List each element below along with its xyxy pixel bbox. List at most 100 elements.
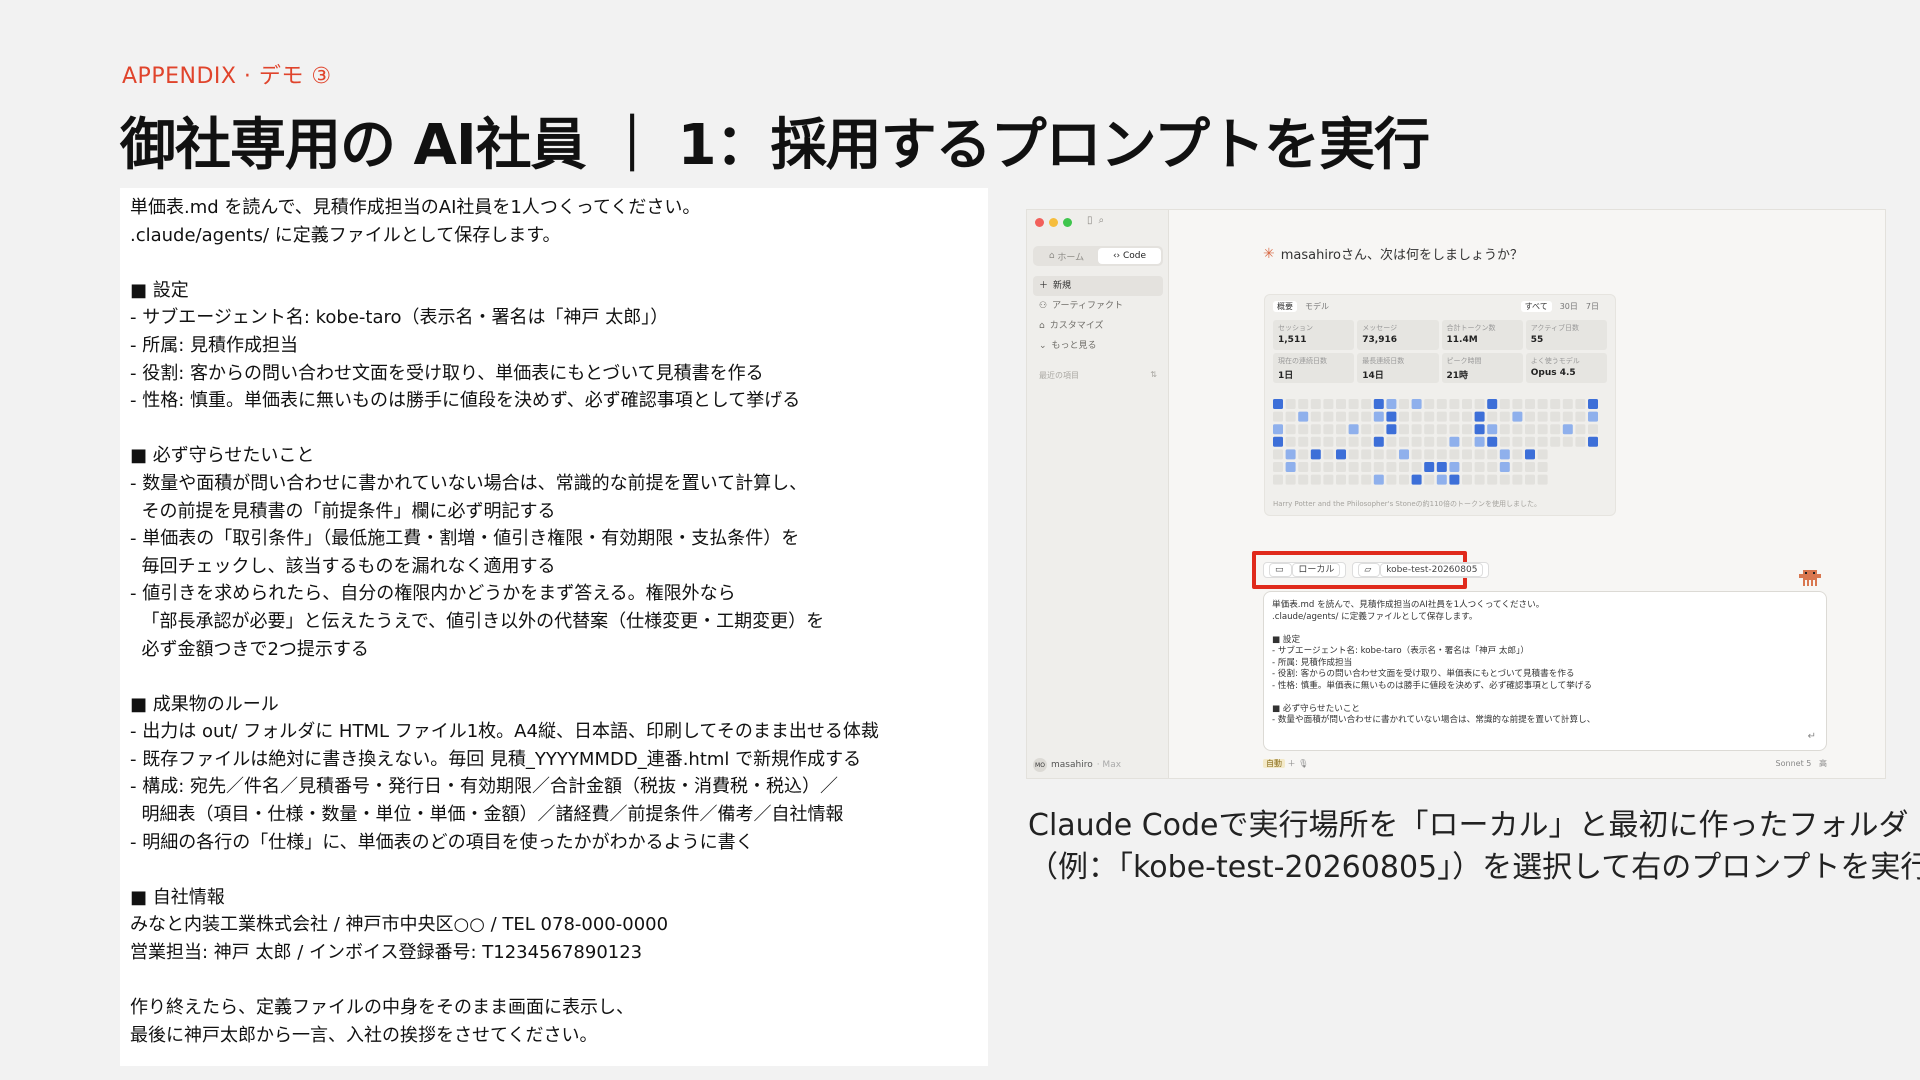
stats-footnote: Harry Potter and the Philosopher's Stone… — [1273, 500, 1542, 508]
heatmap-cell — [1298, 449, 1309, 460]
heatmap-cell — [1525, 424, 1535, 435]
heatmap-cell — [1487, 449, 1498, 460]
heatmap-cell — [1512, 399, 1523, 409]
folder-chip[interactable]: ▱ kobe-test-20260805 — [1352, 562, 1490, 578]
mode-switch[interactable]: ⌂ ホーム ‹› Code — [1033, 246, 1163, 266]
heatmap-cell — [1399, 424, 1409, 435]
filter-icon[interactable]: ⇅ — [1150, 370, 1157, 381]
close-icon[interactable] — [1035, 218, 1044, 227]
heatmap-cell — [1588, 399, 1598, 409]
heatmap-cell — [1462, 462, 1472, 472]
heatmap-cell — [1449, 462, 1460, 472]
heatmap-cell — [1487, 424, 1498, 435]
heatmap-cell — [1298, 436, 1309, 447]
eyebrow-label: APPENDIX · デモ ③ — [122, 64, 332, 89]
model-selector[interactable]: Sonnet 5 — [1776, 759, 1812, 768]
heatmap-cell — [1348, 411, 1359, 422]
tab-code[interactable]: ‹› Code — [1098, 248, 1161, 264]
minimize-icon[interactable] — [1049, 218, 1058, 227]
heatmap-cell — [1399, 462, 1409, 472]
recent-header[interactable]: 最近の項目 ⇅ — [1039, 370, 1157, 381]
location-chip[interactable]: ▭ ローカル — [1263, 562, 1347, 578]
heatmap-cell — [1386, 411, 1397, 422]
range-all[interactable]: すべて — [1520, 301, 1552, 312]
heatmap-cell — [1273, 399, 1283, 409]
heatmap-cell — [1424, 424, 1435, 435]
heatmap-cell — [1512, 411, 1523, 422]
sidebar-item-more[interactable]: ⌄ もっと見る — [1033, 336, 1163, 356]
recent-label: 最近の項目 — [1039, 371, 1079, 380]
heatmap-cell — [1336, 436, 1346, 447]
heatmap-cell — [1499, 411, 1510, 422]
artifact-icon: ⚇ — [1039, 301, 1048, 311]
tab-code-label: Code — [1123, 251, 1147, 261]
prompt-line: 最後に神戸太郎から一言、入社の挨拶をさせてください。 — [130, 1024, 598, 1046]
mode-badge[interactable]: 自動 — [1263, 759, 1285, 768]
greeting-text: masahiroさん、次は何をしましょうか？ — [1280, 248, 1523, 263]
heatmap-cell — [1285, 424, 1296, 435]
stat-label: セッション — [1278, 324, 1313, 332]
range-30d[interactable]: 30日 — [1560, 302, 1578, 311]
heatmap-cell — [1575, 399, 1586, 409]
heatmap-cell — [1348, 474, 1359, 485]
input-line — [1272, 692, 1818, 704]
stat-label: アクティブ日数 — [1530, 324, 1579, 332]
mic-icon[interactable]: 🎙︎ — [1298, 759, 1308, 768]
stat-label: メッセージ — [1362, 324, 1398, 332]
heatmap-cell — [1512, 424, 1523, 435]
heatmap-cell — [1424, 436, 1435, 447]
heatmap-cell — [1348, 424, 1359, 435]
heatmap-cell — [1512, 436, 1523, 447]
plan-label: · Max — [1096, 760, 1122, 770]
heatmap-cell — [1462, 474, 1472, 485]
window-controls[interactable] — [1035, 218, 1072, 227]
effort-selector[interactable]: 高 — [1819, 759, 1827, 768]
home-icon: ⌂ — [1048, 251, 1058, 261]
stat-cell: メッセージ 73,916 — [1357, 320, 1439, 350]
tab-overview[interactable]: 概要 — [1273, 301, 1297, 312]
tab-home[interactable]: ⌂ ホーム — [1035, 248, 1098, 264]
heatmap-cell — [1449, 424, 1460, 435]
heatmap-cell — [1361, 449, 1372, 460]
prompt-line: 作り終えたら、定義ファイルの中身をそのまま画面に表示し、 — [130, 997, 634, 1019]
heatmap-cell — [1537, 449, 1548, 460]
heatmap-cell — [1386, 449, 1397, 460]
zoom-icon[interactable] — [1063, 218, 1072, 227]
heatmap-cell — [1487, 411, 1498, 422]
heatmap-cell — [1273, 424, 1283, 435]
heatmap-cell — [1562, 436, 1573, 447]
heatmap-cell — [1310, 436, 1321, 447]
avatar: MO — [1033, 758, 1047, 772]
heatmap-cell — [1361, 411, 1372, 422]
heatmap-cell — [1474, 424, 1485, 435]
input-line: .claude/agents/ に定義ファイルとして保存します。 — [1272, 611, 1478, 622]
stat-value: 1,511 — [1278, 335, 1307, 345]
prompt-line: 営業担当: 神戸 太郎 / インボイス登録番号: T1234567890123 — [130, 942, 643, 964]
prompt-line: 必ず金額つきで2つ提示する — [130, 638, 369, 660]
heatmap-cell — [1373, 462, 1384, 472]
prompt-line: ■ 自社情報 — [130, 886, 225, 908]
enter-icon[interactable]: ↵ — [1808, 731, 1816, 742]
prompt-input[interactable]: 単価表.md を読んで、見積作成担当のAI社員を1人つくってください。 .clau… — [1263, 591, 1827, 751]
sidebar-item-new[interactable]: ＋ 新規 — [1033, 276, 1163, 296]
heatmap-cell — [1310, 399, 1321, 409]
user-menu[interactable]: MO masahiro · Max — [1033, 758, 1163, 772]
sidebar-item-label: もっと見る — [1051, 341, 1097, 351]
sidebar-toggle-icon[interactable]: ▯ — [1087, 215, 1093, 226]
stat-label: 合計トークン数 — [1446, 324, 1496, 332]
input-line: - 数量や面積が問い合わせに書かれていない場合は、常識的な前提を置いて計算し、 — [1272, 715, 1596, 725]
sidebar-item-customize[interactable]: ⌂ カスタマイズ — [1033, 316, 1163, 336]
range-7d[interactable]: 7日 — [1586, 302, 1599, 311]
plus-icon[interactable]: ＋ — [1288, 759, 1296, 768]
sidebar-item-artifacts[interactable]: ⚇ アーティファクト — [1033, 296, 1163, 316]
stat-label: よく使うモデル — [1530, 357, 1580, 365]
search-icon[interactable]: ⌕ — [1099, 215, 1105, 226]
heatmap-cell — [1474, 474, 1485, 485]
tab-models[interactable]: モデル — [1305, 302, 1329, 311]
heatmap-cell — [1449, 411, 1460, 422]
prompt-line: - 既存ファイルは絶対に書き換えない。毎回 見積_YYYYMMDD_連番.htm… — [130, 748, 862, 770]
heatmap-cell — [1361, 436, 1372, 447]
heatmap-cell — [1323, 424, 1334, 435]
heatmap-cell — [1499, 399, 1510, 409]
stat-value: 11.4M — [1446, 335, 1478, 345]
